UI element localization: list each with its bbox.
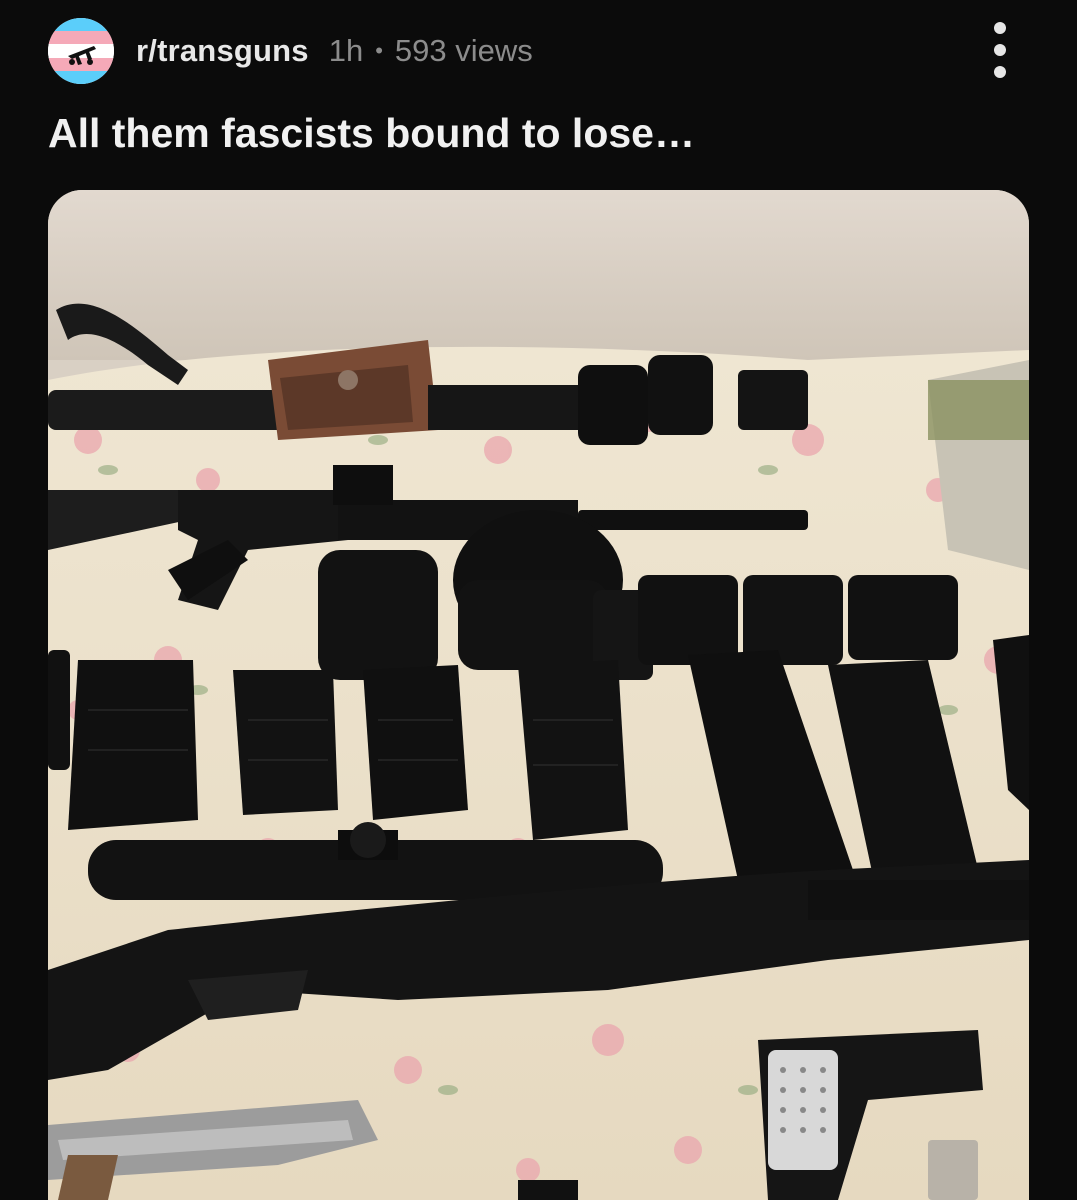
subreddit-avatar[interactable] bbox=[48, 18, 114, 84]
post-header: r/transguns 1h • 593 views bbox=[48, 18, 533, 84]
post-title[interactable]: All them fascists bound to lose… bbox=[48, 110, 695, 157]
post-meta: 1h • 593 views bbox=[329, 33, 533, 69]
more-vertical-icon[interactable] bbox=[985, 22, 1015, 78]
subreddit-name[interactable]: r/transguns bbox=[136, 33, 309, 69]
meta-separator: • bbox=[375, 38, 383, 63]
view-count: 593 views bbox=[394, 33, 533, 68]
avatar-logo-icon bbox=[68, 46, 96, 65]
post-photo bbox=[48, 190, 1029, 1200]
post-age: 1h bbox=[328, 33, 364, 68]
post-card: r/transguns 1h • 593 views All them fasc… bbox=[0, 0, 1077, 1200]
post-image[interactable] bbox=[48, 190, 1029, 1200]
